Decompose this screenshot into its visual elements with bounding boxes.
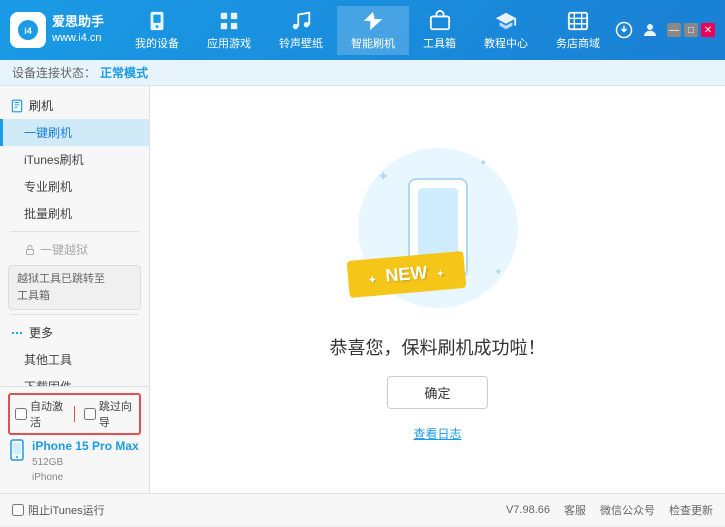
window-controls: — □ ✕ <box>667 23 715 37</box>
tab-label: 我的设备 <box>135 35 179 51</box>
maximize-button[interactable]: □ <box>684 23 698 37</box>
device-storage: 512GB <box>32 455 139 470</box>
device-details: iPhone 15 Pro Max 512GB iPhone <box>32 437 139 485</box>
sidebar-flash-header: 刷机 <box>0 92 149 119</box>
tab-label: 工具箱 <box>423 35 456 51</box>
banner-text: NEW <box>384 262 428 286</box>
sidebar-item-itunes-flash[interactable]: iTunes刷机 <box>0 146 149 173</box>
tab-label: 务店商域 <box>556 35 600 51</box>
user-icon[interactable] <box>641 21 659 39</box>
wechat-link[interactable]: 微信公众号 <box>600 502 655 518</box>
tab-tutorial[interactable]: 教程中心 <box>470 6 542 55</box>
star-1: ✦ <box>378 168 390 185</box>
sidebar-item-download-firmware[interactable]: 下载固件 <box>0 373 149 386</box>
tab-business[interactable]: 务店商域 <box>542 6 614 55</box>
lock-icon <box>24 244 36 256</box>
sidebar-item-batch-flash[interactable]: 批量刷机 <box>0 200 149 227</box>
sidebar-item-label: iTunes刷机 <box>24 153 84 167</box>
sidebar-divider-2 <box>10 314 139 315</box>
star-2: ✦ <box>479 158 487 169</box>
sidebar-disabled-jailbreak: 一键越狱 <box>0 236 149 263</box>
activation-options: 自动激活 跳过向导 <box>8 393 141 435</box>
tab-smart-flash[interactable]: 智能刷机 <box>337 6 409 55</box>
logo-name: 爱思助手 <box>52 14 104 31</box>
tab-label: 应用游戏 <box>207 35 251 51</box>
logo-svg: i4 <box>16 18 40 42</box>
sidebar-item-one-key-flash[interactable]: 一键刷机 <box>0 119 149 146</box>
status-label: 设备连接状态： <box>12 64 96 81</box>
device-phone-icon <box>8 439 26 461</box>
check-update-link[interactable]: 检查更新 <box>669 502 713 518</box>
skip-guide-checkbox[interactable] <box>84 408 96 420</box>
logo-text: 爱思助手 www.i4.cn <box>52 14 104 45</box>
auto-activate-checkbox[interactable] <box>15 408 27 420</box>
logo: i4 爱思助手 www.i4.cn <box>10 12 120 48</box>
tab-label: 教程中心 <box>484 35 528 51</box>
more-section-label: 更多 <box>29 324 53 341</box>
tab-my-device[interactable]: 我的设备 <box>121 6 193 55</box>
sidebar: 刷机 一键刷机 iTunes刷机 专业刷机 批量刷机 一键越狱 越狱工具已跳转至 <box>0 86 149 386</box>
footer-left: 阻止iTunes运行 <box>12 502 105 518</box>
device-icon-wrap <box>8 439 26 466</box>
device-info: iPhone 15 Pro Max 512GB iPhone <box>8 435 141 487</box>
sidebar-item-other-tools[interactable]: 其他工具 <box>0 346 149 373</box>
flash-section-icon <box>10 99 24 113</box>
view-log-button[interactable]: 查看日志 <box>413 425 461 442</box>
nav-tabs: 我的设备 应用游戏 铃声壁纸 智能刷机 工具箱 教程中心 务店商域 <box>120 6 615 55</box>
itunes-block-label: 阻止iTunes运行 <box>28 502 105 518</box>
auto-activate-label: 自动激活 <box>30 398 65 430</box>
device-name: iPhone 15 Pro Max <box>32 437 139 455</box>
tab-label: 智能刷机 <box>351 35 395 51</box>
tab-ringtone[interactable]: 铃声壁纸 <box>265 6 337 55</box>
status-value: 正常模式 <box>100 64 148 81</box>
sidebar-item-pro-flash[interactable]: 专业刷机 <box>0 173 149 200</box>
checkbox-separator <box>74 406 75 422</box>
sidebar-item-label: 专业刷机 <box>24 180 72 194</box>
sidebar-more-header: 更多 <box>0 319 149 346</box>
sidebar-note: 越狱工具已跳转至 工具箱 <box>8 265 141 310</box>
sidebar-bottom: 自动激活 跳过向导 iPhone 15 Pro Max <box>0 386 149 493</box>
flash-section-label: 刷机 <box>29 97 53 114</box>
illus-circle: ✦ ✦ ✦ NEW <box>358 148 518 308</box>
footer-right: V7.98.66 客服 微信公众号 检查更新 <box>506 502 713 518</box>
close-button[interactable]: ✕ <box>701 23 715 37</box>
star-3: ✦ <box>494 267 502 278</box>
auto-activate-option[interactable]: 自动激活 <box>15 398 65 430</box>
tab-toolbox[interactable]: 工具箱 <box>409 6 470 55</box>
tab-apps[interactable]: 应用游戏 <box>193 6 265 55</box>
sidebar-item-label: 其他工具 <box>24 353 72 367</box>
sidebar-item-label: 批量刷机 <box>24 207 72 221</box>
header-right <box>615 21 659 39</box>
main-content: ✦ ✦ ✦ NEW 恭喜您，保料刷机成功啦！ 确定 查看日志 <box>150 86 725 493</box>
device-type: iPhone <box>32 470 139 485</box>
logo-icon: i4 <box>10 12 46 48</box>
skip-guide-label: 跳过向导 <box>99 398 134 430</box>
more-section-icon <box>10 326 24 340</box>
header: i4 爱思助手 www.i4.cn 我的设备 应用游戏 铃声壁纸 智能刷机 工具… <box>0 0 725 60</box>
success-message: 恭喜您，保料刷机成功啦！ <box>330 334 546 360</box>
download-icon[interactable] <box>615 21 633 39</box>
disabled-label: 一键越狱 <box>40 241 88 258</box>
confirm-button[interactable]: 确定 <box>387 376 487 409</box>
success-illustration: ✦ ✦ ✦ NEW <box>338 138 538 318</box>
tab-label: 铃声壁纸 <box>279 35 323 51</box>
version-label: V7.98.66 <box>506 504 550 516</box>
itunes-block-checkbox[interactable] <box>12 504 24 516</box>
illus-banner: NEW <box>346 250 466 297</box>
note-line1: 越狱工具已跳转至 <box>17 273 105 285</box>
sidebar-item-label: 一键刷机 <box>24 126 72 140</box>
svg-text:i4: i4 <box>24 26 32 36</box>
logo-sub: www.i4.cn <box>52 31 104 45</box>
main-layout: 刷机 一键刷机 iTunes刷机 专业刷机 批量刷机 一键越狱 越狱工具已跳转至 <box>0 86 725 493</box>
support-link[interactable]: 客服 <box>564 502 586 518</box>
itunes-block-option[interactable]: 阻止iTunes运行 <box>12 502 105 518</box>
footer: 阻止iTunes运行 V7.98.66 客服 微信公众号 检查更新 <box>0 493 725 525</box>
minimize-button[interactable]: — <box>667 23 681 37</box>
note-line2: 工具箱 <box>17 290 50 302</box>
left-column: 刷机 一键刷机 iTunes刷机 专业刷机 批量刷机 一键越狱 越狱工具已跳转至 <box>0 86 150 493</box>
status-bar: 设备连接状态： 正常模式 <box>0 60 725 86</box>
sidebar-divider-1 <box>10 231 139 232</box>
skip-guide-option[interactable]: 跳过向导 <box>84 398 134 430</box>
